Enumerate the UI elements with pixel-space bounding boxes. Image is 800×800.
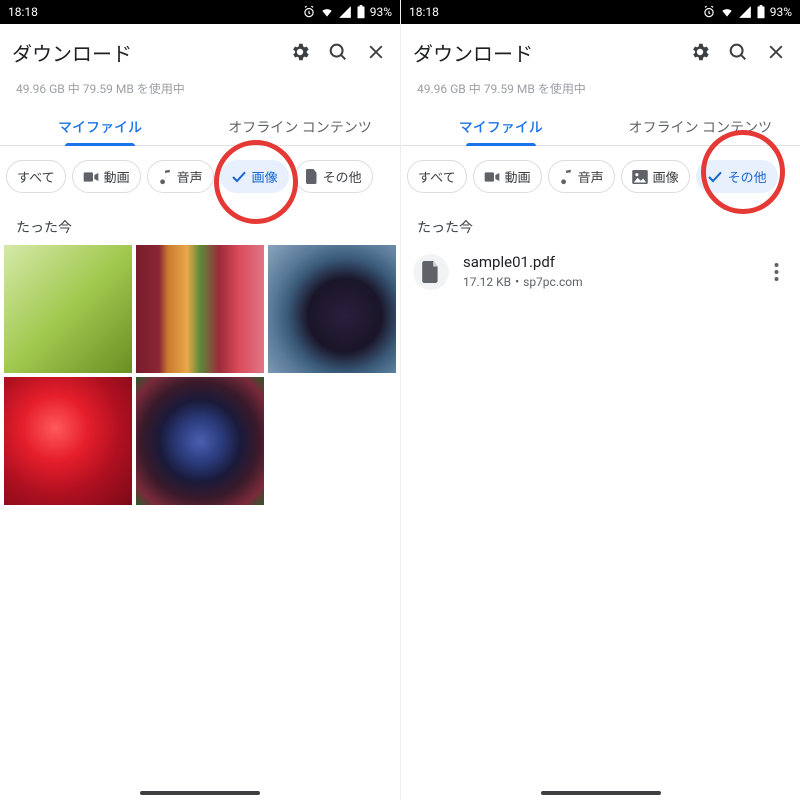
file-subtitle: 17.12 KB・sp7pc.com [463, 273, 750, 290]
tab-offline[interactable]: オフライン コンテンツ [601, 107, 800, 145]
panel-left: 18:18 93% ダウンロード 49.96 GB 中 79.59 MB を使用… [0, 0, 400, 800]
panel-right: 18:18 93% ダウンロード 49.96 GB 中 79.59 MB を使用… [400, 0, 800, 800]
chip-label: すべて [418, 167, 456, 186]
chip-label: 音声 [578, 167, 604, 186]
app-header: ダウンロード [0, 24, 400, 80]
file-row[interactable]: sample01.pdf 17.12 KB・sp7pc.com [401, 245, 800, 298]
chip-video[interactable]: 動画 [473, 160, 542, 193]
battery-pct: 93% [370, 5, 392, 19]
statusbar-time: 18:18 [8, 5, 302, 19]
file-type-icon [413, 254, 449, 290]
storage-usage: 49.96 GB 中 79.59 MB を使用中 [0, 80, 400, 107]
chip-image[interactable]: 画像 [220, 160, 289, 193]
video-icon [484, 170, 500, 184]
app-header: ダウンロード [401, 24, 800, 80]
audio-icon [158, 169, 172, 185]
nav-bar[interactable] [0, 786, 400, 800]
page-title: ダウンロード [12, 38, 288, 67]
wifi-icon [320, 5, 334, 19]
thumbnail[interactable] [4, 377, 132, 505]
tab-myfiles[interactable]: マイファイル [401, 107, 601, 145]
thumbnail[interactable] [136, 377, 264, 505]
image-grid [0, 245, 400, 505]
chip-other[interactable]: その他 [696, 160, 778, 193]
settings-button[interactable] [688, 40, 712, 64]
section-justnow: たった今 [0, 203, 400, 245]
chip-label: 画像 [252, 167, 278, 186]
tabs: マイファイル オフライン コンテンツ [0, 107, 400, 146]
file-name: sample01.pdf [463, 253, 750, 271]
chip-label: その他 [323, 167, 362, 186]
statusbar-time: 18:18 [409, 5, 702, 19]
alarm-icon [702, 5, 716, 19]
chip-label: 音声 [177, 167, 203, 186]
chip-label: 動画 [104, 167, 130, 186]
chip-all[interactable]: すべて [6, 160, 66, 193]
chip-other[interactable]: その他 [295, 160, 373, 193]
wifi-icon [720, 5, 734, 19]
status-bar: 18:18 93% [401, 0, 800, 24]
tabs: マイファイル オフライン コンテンツ [401, 107, 800, 146]
check-icon [231, 170, 247, 184]
chip-label: 画像 [653, 167, 679, 186]
page-title: ダウンロード [413, 38, 688, 67]
storage-usage: 49.96 GB 中 79.59 MB を使用中 [401, 80, 800, 107]
chip-label: 動画 [505, 167, 531, 186]
file-more-button[interactable] [764, 263, 788, 281]
status-bar: 18:18 93% [0, 0, 400, 24]
tab-offline[interactable]: オフライン コンテンツ [200, 107, 400, 145]
signal-icon [338, 5, 352, 19]
filter-chips: すべて 動画 音声 画像 その他 [0, 146, 400, 203]
close-button[interactable] [764, 40, 788, 64]
tab-myfiles[interactable]: マイファイル [0, 107, 200, 145]
file-meta: sample01.pdf 17.12 KB・sp7pc.com [463, 253, 750, 290]
chip-audio[interactable]: 音声 [548, 160, 615, 193]
chip-all[interactable]: すべて [407, 160, 467, 193]
filter-chips: すべて 動画 音声 画像 その他 [401, 146, 800, 203]
close-button[interactable] [364, 40, 388, 64]
thumbnail[interactable] [4, 245, 132, 373]
chip-video[interactable]: 動画 [72, 160, 141, 193]
section-justnow: たった今 [401, 203, 800, 245]
file-icon [306, 169, 318, 184]
battery-icon [356, 5, 366, 19]
thumbnail[interactable] [268, 245, 396, 373]
video-icon [83, 170, 99, 184]
chip-label: すべて [17, 167, 55, 186]
nav-bar[interactable] [401, 786, 800, 800]
chip-label: その他 [728, 167, 767, 186]
alarm-icon [302, 5, 316, 19]
signal-icon [738, 5, 752, 19]
battery-pct: 93% [770, 5, 792, 19]
thumbnail[interactable] [136, 245, 264, 373]
audio-icon [559, 169, 573, 185]
image-icon [632, 170, 648, 184]
battery-icon [756, 5, 766, 19]
search-button[interactable] [726, 40, 750, 64]
check-icon [707, 170, 723, 184]
settings-button[interactable] [288, 40, 312, 64]
chip-audio[interactable]: 音声 [147, 160, 214, 193]
chip-image[interactable]: 画像 [621, 160, 690, 193]
search-button[interactable] [326, 40, 350, 64]
